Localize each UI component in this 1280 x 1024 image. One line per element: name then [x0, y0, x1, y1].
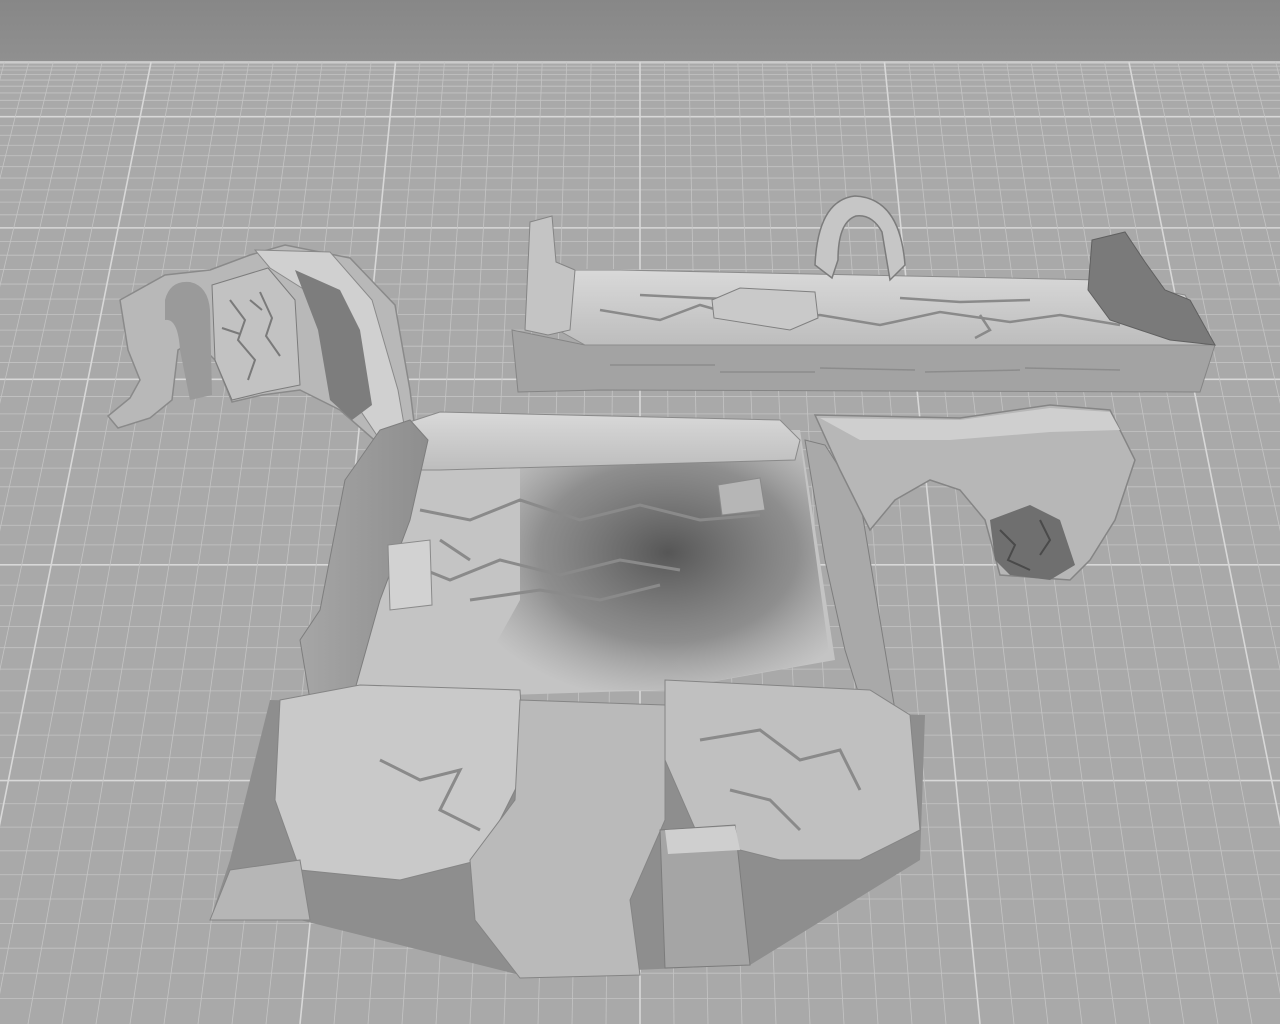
background-sky: [0, 0, 1280, 70]
room-floor-block: [387, 539, 433, 611]
3d-viewport[interactable]: [0, 0, 1280, 1024]
scene-canvas[interactable]: [0, 0, 1280, 1024]
room-front-step-top: [665, 826, 740, 854]
room-back-wall: [384, 411, 801, 471]
room-floor-block-2: [717, 477, 766, 516]
